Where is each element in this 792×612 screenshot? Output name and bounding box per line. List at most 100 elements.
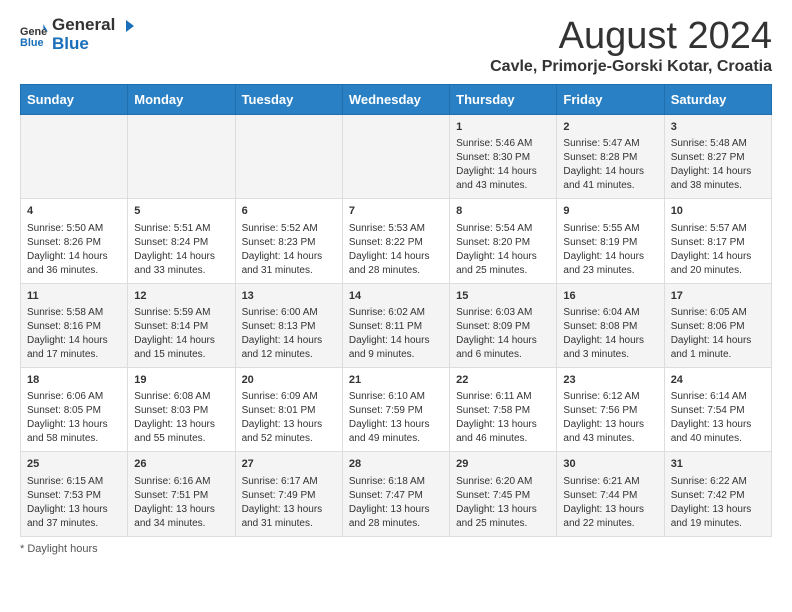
footer-note: * Daylight hours	[20, 543, 772, 555]
calendar-cell: 6Sunrise: 5:52 AM Sunset: 8:23 PM Daylig…	[235, 199, 342, 283]
day-number: 7	[349, 204, 443, 219]
day-number: 9	[563, 204, 657, 219]
day-detail: Sunrise: 5:48 AM Sunset: 8:27 PM Dayligh…	[671, 137, 765, 193]
calendar-cell: 15 Sunrise: 6:03 AM Sunset: 8:09 PM Dayli…	[450, 283, 557, 367]
day-header-wednesday: Wednesday	[342, 84, 449, 114]
calendar-cell: 31 Sunrise: 6:22 AM Sunset: 7:42 PM Dayli…	[664, 452, 771, 536]
day-detail: Sunrise: 6:10 AM Sunset: 7:59 PM Dayligh…	[349, 390, 443, 446]
calendar-cell: 29Sunrise: 6:20 AM Sunset: 7:45 PM Dayli…	[450, 452, 557, 536]
calendar-cell: 23 Sunrise: 6:12 AM Sunset: 7:56 PM Dayli…	[557, 367, 664, 451]
day-number: 5	[134, 204, 228, 219]
calendar-cell: 5Sunrise: 5:51 AM Sunset: 8:24 PM Daylig…	[128, 199, 235, 283]
day-number: 30	[563, 457, 657, 472]
day-detail: Sunrise: 6:02 AM Sunset: 8:11 PM Dayligh…	[349, 306, 443, 362]
calendar-cell	[128, 114, 235, 198]
day-detail: Sunrise: 6:03 AM Sunset: 8:09 PM Dayligh…	[456, 306, 550, 362]
day-detail: Sunrise: 6:06 AM Sunset: 8:05 PM Dayligh…	[27, 390, 121, 446]
calendar-cell: 4 Sunrise: 5:50 AM Sunset: 8:26 PM Daylig…	[21, 199, 128, 283]
day-number: 24	[671, 373, 765, 388]
day-number: 15	[456, 289, 550, 304]
day-number: 23	[563, 373, 657, 388]
calendar-cell	[235, 114, 342, 198]
calendar-cell: 20 Sunrise: 6:09 AM Sunset: 8:01 PM Dayli…	[235, 367, 342, 451]
days-header-row: SundayMondayTuesdayWednesdayThursdayFrid…	[21, 84, 772, 114]
day-header-saturday: Saturday	[664, 84, 771, 114]
day-header-sunday: Sunday	[21, 84, 128, 114]
day-detail: Sunrise: 6:15 AM Sunset: 7:53 PM Dayligh…	[27, 475, 121, 531]
week-row-4: 18 Sunrise: 6:06 AM Sunset: 8:05 PM Dayli…	[21, 367, 772, 451]
day-detail: Sunrise: 5:58 AM Sunset: 8:16 PM Dayligh…	[27, 306, 121, 362]
calendar-cell: 22Sunrise: 6:11 AM Sunset: 7:58 PM Dayli…	[450, 367, 557, 451]
day-number: 14	[349, 289, 443, 304]
day-detail: Sunrise: 6:04 AM Sunset: 8:08 PM Dayligh…	[563, 306, 657, 362]
calendar-cell: 2 Sunrise: 5:47 AM Sunset: 8:28 PM Daylig…	[557, 114, 664, 198]
day-detail: Sunrise: 5:50 AM Sunset: 8:26 PM Dayligh…	[27, 222, 121, 278]
day-number: 13	[242, 289, 336, 304]
logo: General Blue General Blue	[20, 16, 136, 53]
calendar-cell: 28 Sunrise: 6:18 AM Sunset: 7:47 PM Dayli…	[342, 452, 449, 536]
day-number: 2	[563, 120, 657, 135]
day-detail: Sunrise: 5:54 AM Sunset: 8:20 PM Dayligh…	[456, 222, 550, 278]
day-number: 10	[671, 204, 765, 219]
calendar-cell: 17 Sunrise: 6:05 AM Sunset: 8:06 PM Dayli…	[664, 283, 771, 367]
day-header-friday: Friday	[557, 84, 664, 114]
calendar-cell: 3Sunrise: 5:48 AM Sunset: 8:27 PM Daylig…	[664, 114, 771, 198]
day-number: 28	[349, 457, 443, 472]
title-area: August 2024 Cavle, Primorje-Gorski Kotar…	[490, 16, 772, 76]
calendar-table: SundayMondayTuesdayWednesdayThursdayFrid…	[20, 84, 772, 537]
day-detail: Sunrise: 5:46 AM Sunset: 8:30 PM Dayligh…	[456, 137, 550, 193]
week-row-1: 1 Sunrise: 5:46 AM Sunset: 8:30 PM Daylig…	[21, 114, 772, 198]
day-detail: Sunrise: 6:05 AM Sunset: 8:06 PM Dayligh…	[671, 306, 765, 362]
calendar-cell: 8Sunrise: 5:54 AM Sunset: 8:20 PM Daylig…	[450, 199, 557, 283]
calendar-cell: 16 Sunrise: 6:04 AM Sunset: 8:08 PM Dayli…	[557, 283, 664, 367]
day-number: 18	[27, 373, 121, 388]
day-number: 19	[134, 373, 228, 388]
day-number: 12	[134, 289, 228, 304]
calendar-cell: 24Sunrise: 6:14 AM Sunset: 7:54 PM Dayli…	[664, 367, 771, 451]
day-detail: Sunrise: 6:00 AM Sunset: 8:13 PM Dayligh…	[242, 306, 336, 362]
day-number: 21	[349, 373, 443, 388]
day-number: 17	[671, 289, 765, 304]
day-number: 31	[671, 457, 765, 472]
day-detail: Sunrise: 6:22 AM Sunset: 7:42 PM Dayligh…	[671, 475, 765, 531]
calendar-cell: 27Sunrise: 6:17 AM Sunset: 7:49 PM Dayli…	[235, 452, 342, 536]
calendar-cell	[21, 114, 128, 198]
header: General Blue General Blue August 2024 Ca…	[20, 16, 772, 76]
day-detail: Sunrise: 5:53 AM Sunset: 8:22 PM Dayligh…	[349, 222, 443, 278]
day-header-monday: Monday	[128, 84, 235, 114]
logo-blue-text: Blue	[52, 35, 136, 54]
day-detail: Sunrise: 6:18 AM Sunset: 7:47 PM Dayligh…	[349, 475, 443, 531]
day-number: 22	[456, 373, 550, 388]
calendar-cell: 11 Sunrise: 5:58 AM Sunset: 8:16 PM Dayli…	[21, 283, 128, 367]
day-detail: Sunrise: 6:17 AM Sunset: 7:49 PM Dayligh…	[242, 475, 336, 531]
day-number: 11	[27, 289, 121, 304]
day-detail: Sunrise: 6:09 AM Sunset: 8:01 PM Dayligh…	[242, 390, 336, 446]
logo-general-text: General	[52, 16, 136, 35]
day-detail: Sunrise: 5:47 AM Sunset: 8:28 PM Dayligh…	[563, 137, 657, 193]
calendar-cell: 14 Sunrise: 6:02 AM Sunset: 8:11 PM Dayli…	[342, 283, 449, 367]
week-row-3: 11 Sunrise: 5:58 AM Sunset: 8:16 PM Dayli…	[21, 283, 772, 367]
day-header-thursday: Thursday	[450, 84, 557, 114]
day-number: 29	[456, 457, 550, 472]
logo-arrow	[120, 18, 136, 34]
logo-icon: General Blue	[20, 21, 48, 49]
day-number: 20	[242, 373, 336, 388]
calendar-cell	[342, 114, 449, 198]
day-number: 4	[27, 204, 121, 219]
daylight-hours-label: Daylight hours	[27, 543, 97, 555]
calendar-cell: 19Sunrise: 6:08 AM Sunset: 8:03 PM Dayli…	[128, 367, 235, 451]
calendar-cell: 7 Sunrise: 5:53 AM Sunset: 8:22 PM Daylig…	[342, 199, 449, 283]
day-number: 6	[242, 204, 336, 219]
location: Cavle, Primorje-Gorski Kotar, Croatia	[490, 58, 772, 76]
calendar-cell: 9Sunrise: 5:55 AM Sunset: 8:19 PM Daylig…	[557, 199, 664, 283]
day-header-tuesday: Tuesday	[235, 84, 342, 114]
day-detail: Sunrise: 6:21 AM Sunset: 7:44 PM Dayligh…	[563, 475, 657, 531]
day-detail: Sunrise: 6:12 AM Sunset: 7:56 PM Dayligh…	[563, 390, 657, 446]
day-number: 1	[456, 120, 550, 135]
calendar-cell: 21 Sunrise: 6:10 AM Sunset: 7:59 PM Dayli…	[342, 367, 449, 451]
month-year: August 2024	[490, 16, 772, 58]
calendar-cell: 30 Sunrise: 6:21 AM Sunset: 7:44 PM Dayli…	[557, 452, 664, 536]
calendar-cell: 10Sunrise: 5:57 AM Sunset: 8:17 PM Dayli…	[664, 199, 771, 283]
day-detail: Sunrise: 6:16 AM Sunset: 7:51 PM Dayligh…	[134, 475, 228, 531]
day-number: 16	[563, 289, 657, 304]
